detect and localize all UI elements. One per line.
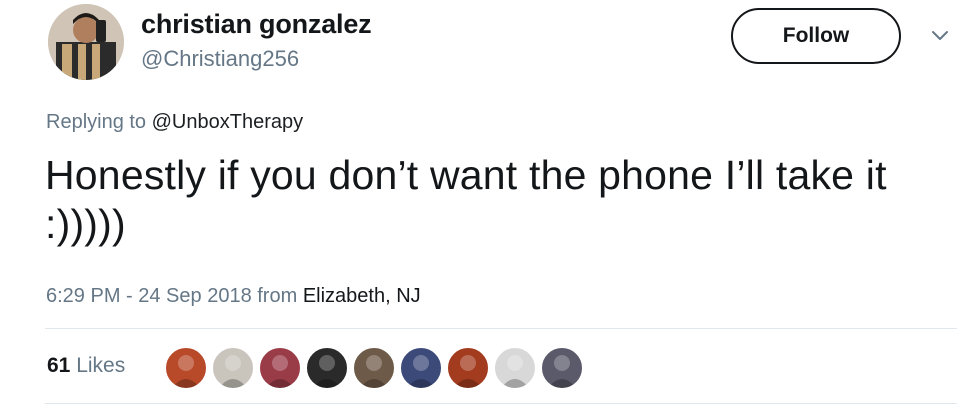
author-name[interactable]: christian gonzalez: [141, 9, 372, 40]
reply-prefix: Replying to: [46, 111, 152, 133]
liker-avatar-8[interactable]: [493, 346, 537, 390]
tweet-timestamp[interactable]: 6:29 PM - 24 Sep 2018 from: [46, 285, 303, 307]
divider-top: [45, 328, 957, 329]
reply-mention-link[interactable]: @UnboxTherapy: [152, 111, 303, 133]
liker-avatar-6[interactable]: [399, 346, 443, 390]
likes-label: Likes: [70, 354, 126, 377]
author-avatar[interactable]: [48, 4, 124, 80]
profile-photo-icon: [48, 4, 124, 80]
likes-count-link[interactable]: 61 Likes: [47, 354, 125, 378]
likes-count: 61: [47, 354, 71, 377]
liker-avatar-7[interactable]: [446, 346, 490, 390]
follow-button-label: Follow: [782, 24, 850, 47]
liker-avatar-1[interactable]: [164, 346, 208, 390]
tweet-location-link[interactable]: Elizabeth, NJ: [303, 285, 421, 307]
follow-button[interactable]: Follow: [731, 8, 901, 64]
chevron-down-icon[interactable]: [928, 26, 952, 46]
divider-bottom: [45, 403, 957, 404]
liker-avatar-3[interactable]: [258, 346, 302, 390]
author-handle[interactable]: @Christiang256: [141, 46, 299, 72]
reply-context: Replying to @UnboxTherapy: [46, 111, 303, 134]
liker-avatar-2[interactable]: [211, 346, 255, 390]
liker-avatar-5[interactable]: [352, 346, 396, 390]
tweet-text: Honestly if you don’t want the phone I’l…: [45, 152, 887, 247]
liker-avatar-4[interactable]: [305, 346, 349, 390]
tweet-metadata: 6:29 PM - 24 Sep 2018 from Elizabeth, NJ: [46, 285, 421, 308]
liker-avatar-9[interactable]: [540, 346, 584, 390]
